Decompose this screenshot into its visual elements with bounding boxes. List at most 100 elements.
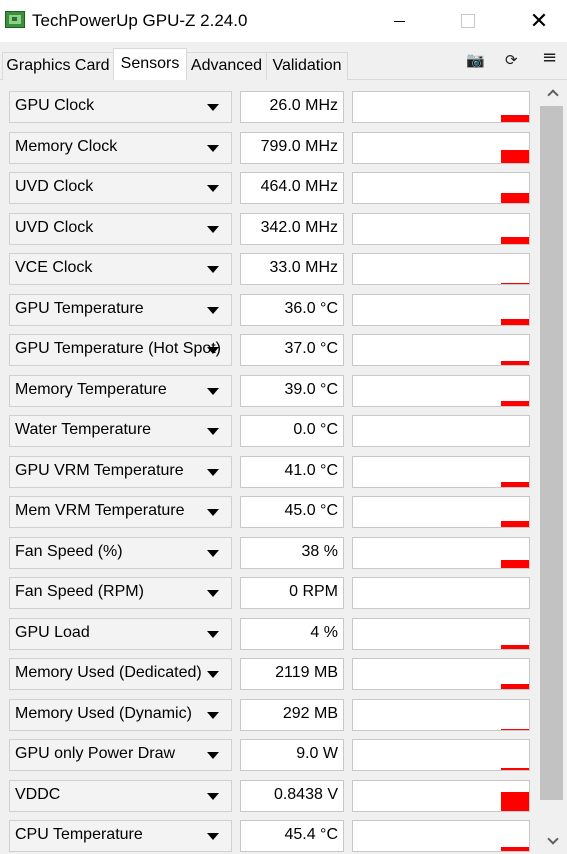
sensor-value-box: 9.0 W: [240, 739, 344, 771]
sensor-graph: [352, 334, 530, 366]
chevron-down-icon: [546, 833, 559, 845]
sensor-value-box: 39.0 °C: [240, 374, 344, 407]
sensor-graph: [352, 739, 530, 771]
maximize-button[interactable]: [445, 0, 491, 42]
graph-bar: [501, 768, 529, 770]
dropdown-arrow-icon[interactable]: [207, 428, 219, 435]
sensor-selector[interactable]: Memory Used (Dynamic): [9, 698, 232, 731]
sensor-label: GPU Clock: [15, 97, 95, 114]
sensor-label: Memory Clock: [15, 137, 118, 155]
sensor-selector[interactable]: VCE Clock: [9, 253, 232, 285]
sensor-value: 342.0 MHz: [260, 218, 338, 236]
sensor-value: 292 MB: [282, 704, 338, 722]
sensor-selector[interactable]: Water Temperature: [9, 415, 232, 447]
sensor-selector[interactable]: GPU only Power Draw: [9, 739, 232, 771]
sensor-row: GPU Temperature 36.0 °C: [0, 293, 538, 326]
dropdown-arrow-icon[interactable]: [207, 387, 219, 395]
dropdown-arrow-icon[interactable]: [207, 549, 219, 557]
sensor-value: 0 RPM: [289, 583, 338, 600]
dropdown-arrow-icon[interactable]: [207, 185, 219, 192]
sensor-value-box: 41.0 °C: [240, 455, 344, 488]
dropdown-arrow-icon[interactable]: [207, 104, 219, 111]
sensor-row: Mem VRM Temperature 45.0 °C: [0, 496, 538, 528]
sensor-selector[interactable]: Fan Speed (%): [9, 536, 232, 569]
dropdown-arrow-icon[interactable]: [207, 630, 219, 638]
sensor-row: GPU VRM Temperature 41.0 °C: [0, 455, 538, 488]
dropdown-arrow-icon[interactable]: [207, 144, 219, 152]
dropdown-arrow-icon[interactable]: [207, 347, 219, 354]
sensor-graph: [352, 293, 530, 326]
sensor-graph: [352, 658, 530, 690]
sensor-graph: [352, 536, 530, 569]
vertical-scrollbar[interactable]: [538, 80, 567, 854]
close-icon: ✕: [529, 8, 549, 34]
sensor-value-box: 38 %: [240, 536, 344, 569]
dropdown-arrow-icon[interactable]: [207, 711, 219, 719]
dropdown-arrow-icon[interactable]: [207, 590, 219, 597]
dropdown-arrow-icon[interactable]: [207, 266, 219, 273]
dropdown-arrow-icon[interactable]: [207, 509, 219, 516]
sensor-label: Fan Speed (RPM): [15, 583, 144, 600]
sensor-selector[interactable]: CPU Temperature: [9, 820, 232, 852]
sensor-selector[interactable]: Mem VRM Temperature: [9, 496, 232, 528]
sensor-value: 799.0 MHz: [260, 137, 338, 155]
graph-bar: [501, 115, 529, 122]
sensor-value-box: 2119 MB: [240, 658, 344, 690]
sensor-selector[interactable]: GPU Clock: [9, 91, 232, 123]
sensor-value: 41.0 °C: [284, 461, 338, 479]
tab-sensors[interactable]: Sensors: [113, 48, 187, 81]
tab-validation[interactable]: Validation: [266, 52, 348, 80]
sensor-value: 464.0 MHz: [260, 178, 338, 195]
sensor-row: VCE Clock 33.0 MHz: [0, 253, 538, 285]
sensor-selector[interactable]: VDDC: [9, 779, 232, 812]
menu-icon[interactable]: ≡: [542, 47, 557, 68]
sensor-selector[interactable]: Memory Temperature: [9, 374, 232, 407]
sensor-selector[interactable]: GPU VRM Temperature: [9, 455, 232, 488]
sensor-value-box: 464.0 MHz: [240, 172, 344, 204]
sensor-selector[interactable]: GPU Temperature: [9, 293, 232, 326]
sensor-value: 45.4 °C: [284, 826, 338, 843]
sensor-value: 45.0 °C: [284, 502, 338, 519]
sensor-selector[interactable]: UVD Clock: [9, 172, 232, 204]
dropdown-arrow-icon[interactable]: [207, 671, 219, 678]
close-button[interactable]: ✕: [516, 0, 562, 42]
sensor-value-box: 0 RPM: [240, 577, 344, 609]
dropdown-arrow-icon[interactable]: [207, 833, 219, 840]
scroll-up-button[interactable]: [538, 80, 567, 106]
graph-bar: [501, 521, 529, 527]
sensor-selector[interactable]: GPU Load: [9, 617, 232, 650]
graph-bar: [501, 559, 529, 568]
camera-icon[interactable]: 📷: [466, 51, 485, 69]
sensor-value: 37.0 °C: [284, 340, 338, 357]
sensor-selector[interactable]: Memory Used (Dedicated): [9, 658, 232, 690]
minimize-button[interactable]: [376, 0, 422, 42]
dropdown-arrow-icon[interactable]: [207, 468, 219, 476]
tab-graphics-card[interactable]: Graphics Card: [2, 52, 114, 80]
tab-advanced[interactable]: Advanced: [186, 52, 267, 80]
scroll-down-button[interactable]: [538, 828, 567, 854]
sensor-selector[interactable]: Memory Clock: [9, 131, 232, 164]
sensor-label: GPU only Power Draw: [15, 745, 176, 762]
sensor-label: UVD Clock: [15, 178, 94, 195]
sensor-value: 4 %: [310, 623, 338, 641]
sensor-row: Memory Clock 799.0 MHz: [0, 131, 538, 164]
sensor-selector[interactable]: Fan Speed (RPM): [9, 577, 232, 609]
sensor-row: VDDC 0.8438 V: [0, 779, 538, 812]
dropdown-arrow-icon[interactable]: [207, 306, 219, 314]
dropdown-arrow-icon[interactable]: [207, 225, 219, 233]
refresh-icon[interactable]: ⟳: [505, 51, 518, 69]
sensor-label: Mem VRM Temperature: [15, 502, 185, 519]
graph-bar: [501, 684, 529, 689]
sensor-label: Fan Speed (%): [15, 542, 123, 560]
graph-bar: [501, 400, 529, 406]
sensor-row: GPU Clock 26.0 MHz: [0, 91, 538, 123]
sensor-selector[interactable]: GPU Temperature (Hot Spot): [9, 334, 232, 366]
sensor-value-box: 36.0 °C: [240, 293, 344, 326]
scroll-thumb[interactable]: [540, 106, 563, 800]
dropdown-arrow-icon[interactable]: [207, 792, 219, 800]
sensor-graph: [352, 577, 530, 609]
sensor-selector[interactable]: UVD Clock: [9, 212, 232, 245]
sensor-row: UVD Clock 464.0 MHz: [0, 172, 538, 204]
dropdown-arrow-icon[interactable]: [207, 752, 219, 759]
sensor-value: 39.0 °C: [284, 380, 338, 398]
